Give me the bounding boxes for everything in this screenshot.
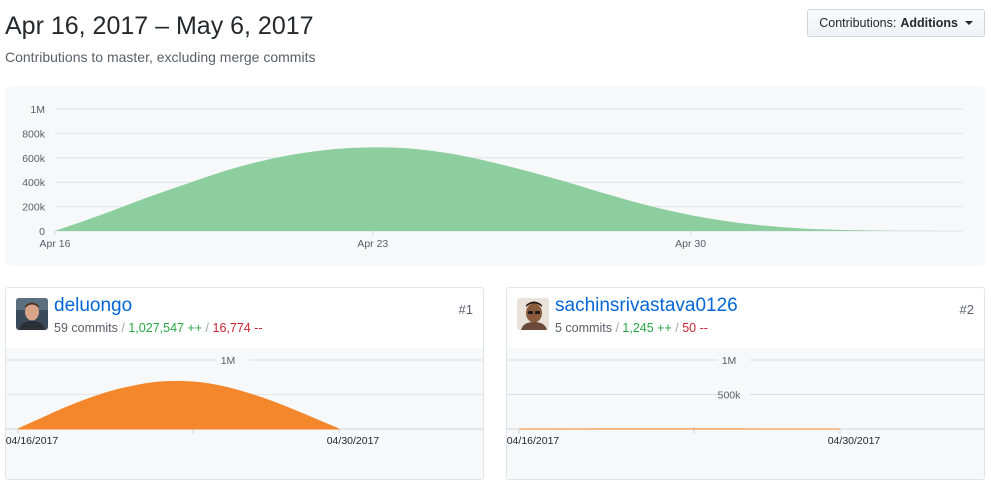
contributor-username[interactable]: deluongo — [54, 295, 132, 317]
contributions-dropdown-button[interactable]: Contributions: Additions — [807, 9, 985, 37]
x-tick-label: 04/16/2017 — [507, 435, 559, 447]
stats-separator: / — [615, 321, 619, 335]
contributor-card-header: sachinsrivastava0126 5 commits / 1,245 +… — [507, 288, 984, 348]
deletions-count: 50 -- — [682, 321, 708, 335]
contributions-value: Additions — [900, 16, 958, 30]
contributor-stats: 5 commits / 1,245 ++ / 50 -- — [555, 321, 708, 335]
stats-separator: / — [205, 321, 210, 335]
y-tick-label: 1M — [722, 355, 737, 367]
x-tick-label: Apr 16 — [40, 238, 71, 250]
contributor-chart: 1M 04/16/2017 04/30/2017 — [6, 348, 483, 479]
person-photo-avatar-icon — [16, 298, 48, 330]
area-series-additions — [55, 147, 963, 231]
area-series-additions — [17, 380, 340, 430]
contributor-stats: 59 commits / 1,027,547 ++ / 16,774 -- — [54, 321, 263, 335]
stats-separator: / — [121, 321, 125, 335]
caret-down-icon — [965, 21, 973, 25]
y-tick-label: 0 — [39, 226, 45, 238]
contributor-card-header: deluongo 59 commits / 1,027,547 ++ / 16,… — [6, 288, 483, 348]
y-tick-label: 800k — [22, 128, 46, 140]
person-photo-avatar-icon — [517, 298, 549, 330]
deletions-count: 16,774 -- — [212, 321, 263, 335]
y-tick-label: 400k — [22, 177, 46, 189]
y-tick-label: 200k — [22, 202, 46, 214]
avatar[interactable] — [16, 298, 48, 330]
main-chart-svg: 0 200k 400k 600k 800k 1M Apr 16 Apr 23 Apr 30 — [22, 104, 963, 250]
contributor-card-1: deluongo 59 commits / 1,027,547 ++ / 16,… — [5, 287, 484, 480]
additions-count: 1,245 ++ — [622, 321, 672, 335]
contributions-label: Contributions: — [819, 16, 897, 30]
x-tick-label: 04/30/2017 — [327, 435, 380, 447]
page-subtitle: Contributions to master, excluding merge… — [5, 49, 316, 65]
y-tick-label: 1M — [30, 104, 45, 116]
x-tick-label: Apr 30 — [675, 238, 706, 250]
contributor-chart-svg: 1M 500k 04/16/2017 04/30/2017 — [507, 355, 984, 447]
contributor-rank: #2 — [959, 302, 974, 317]
contributor-username[interactable]: sachinsrivastava0126 — [555, 295, 738, 317]
contributor-card-2: sachinsrivastava0126 5 commits / 1,245 +… — [506, 287, 985, 480]
commit-count[interactable]: 59 commits — [54, 321, 118, 335]
main-contributions-chart: 0 200k 400k 600k 800k 1M Apr 16 Apr 23 Apr 30 — [5, 86, 985, 266]
commit-count[interactable]: 5 commits — [555, 321, 612, 335]
page-title: Apr 16, 2017 – May 6, 2017 — [5, 12, 314, 40]
x-tick-label: Apr 23 — [357, 238, 388, 250]
y-tick-label: 500k — [718, 390, 742, 402]
stats-separator: / — [675, 321, 679, 335]
y-tick-label: 600k — [22, 153, 46, 165]
additions-count: 1,027,547 ++ — [128, 321, 203, 335]
contributor-chart-svg: 1M 04/16/2017 04/30/2017 — [6, 355, 483, 447]
avatar[interactable] — [517, 298, 549, 330]
y-tick-label: 1M — [221, 355, 236, 367]
contributor-chart: 1M 500k 04/16/2017 04/30/2017 — [507, 348, 984, 479]
x-tick-label: 04/16/2017 — [6, 435, 58, 447]
x-tick-label: 04/30/2017 — [828, 435, 881, 447]
contributor-rank: #1 — [458, 302, 473, 317]
